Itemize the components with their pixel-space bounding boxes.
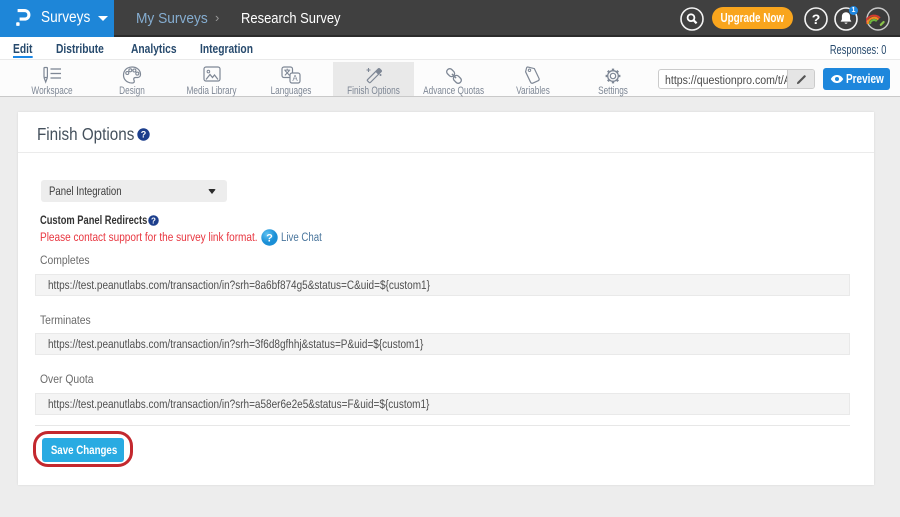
svg-text:?: ?: [151, 216, 156, 225]
svg-text:?: ?: [141, 130, 147, 140]
svg-text:A: A: [292, 74, 298, 83]
svg-text:?: ?: [812, 11, 821, 27]
svg-text:?: ?: [266, 233, 273, 245]
